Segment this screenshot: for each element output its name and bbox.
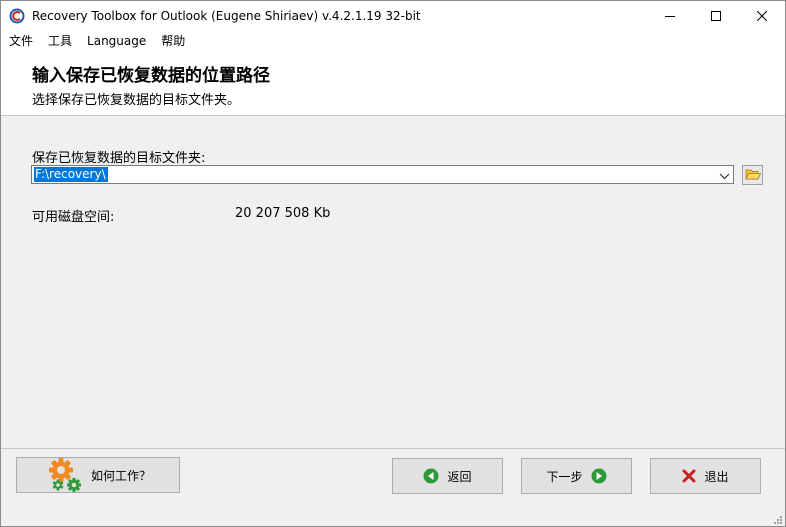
arrow-left-icon <box>423 468 439 484</box>
how-it-works-button[interactable]: 如何工作？ <box>16 457 180 493</box>
next-label: 下一步 <box>546 469 583 484</box>
gears-icon <box>47 457 83 493</box>
wizard-header: 输入保存已恢复数据的位置路径 选择保存已恢复数据的目标文件夹。 <box>1 51 785 116</box>
arrow-right-icon <box>591 468 607 484</box>
chevron-down-icon[interactable] <box>719 170 730 180</box>
menu-language[interactable]: Language <box>79 31 153 51</box>
target-folder-label: 保存已恢复数据的目标文件夹: <box>32 151 206 166</box>
browse-folder-button[interactable] <box>742 165 763 185</box>
exit-label: 退出 <box>704 469 729 484</box>
menu-bar: 文件 工具 Language 帮助 <box>1 31 785 51</box>
how-it-works-label: 如何工作？ <box>91 468 152 483</box>
menu-help[interactable]: 帮助 <box>153 31 192 51</box>
target-folder-combobox[interactable]: F:\recovery\ <box>31 165 734 184</box>
back-button[interactable]: 返回 <box>392 458 503 494</box>
free-space-value: 20 207 508 Kb <box>235 206 331 221</box>
free-space-label: 可用磁盘空间: <box>32 210 115 225</box>
resize-grip-icon[interactable] <box>773 514 783 524</box>
minimize-button[interactable] <box>647 1 693 31</box>
page-subtitle: 选择保存已恢复数据的目标文件夹。 <box>32 93 241 108</box>
menu-file[interactable]: 文件 <box>1 31 40 51</box>
window-title: Recovery Toolbox for Outlook (Eugene Shi… <box>32 9 421 23</box>
back-label: 返回 <box>447 469 472 484</box>
maximize-button[interactable] <box>693 1 739 31</box>
app-logo-icon <box>9 8 25 24</box>
target-folder-value[interactable]: F:\recovery\ <box>34 167 108 182</box>
close-button[interactable] <box>739 1 785 31</box>
menu-tools[interactable]: 工具 <box>40 31 79 51</box>
next-button[interactable]: 下一步 <box>521 458 632 494</box>
exit-button[interactable]: 退出 <box>650 458 761 494</box>
title-bar[interactable]: Recovery Toolbox for Outlook (Eugene Shi… <box>1 1 785 31</box>
bottom-divider <box>1 448 785 449</box>
x-icon <box>682 469 696 483</box>
page-title: 输入保存已恢复数据的位置路径 <box>32 66 270 86</box>
folder-open-icon <box>744 167 761 184</box>
app-window: Recovery Toolbox for Outlook (Eugene Shi… <box>0 0 786 527</box>
